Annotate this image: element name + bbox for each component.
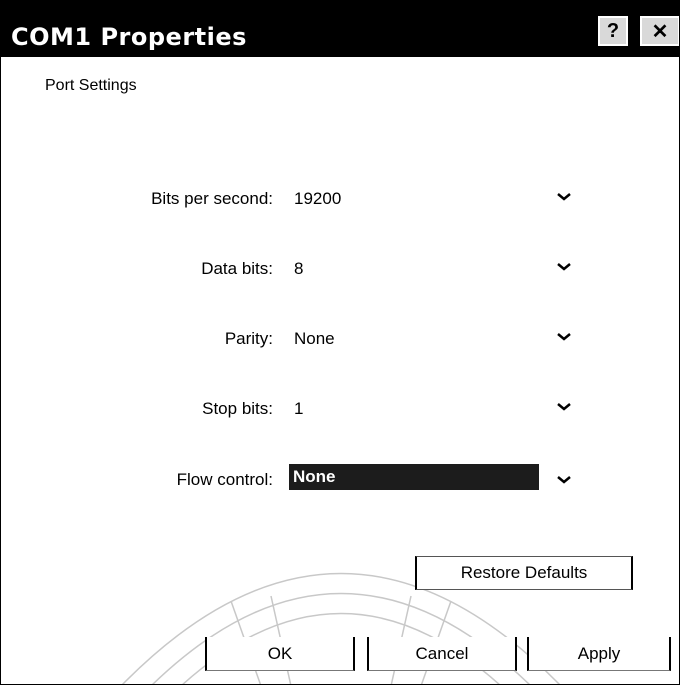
title-bar: COM1 Properties ? ✕ bbox=[1, 1, 679, 57]
apply-label: Apply bbox=[577, 643, 621, 663]
stop-bits-row: Stop bits: 1 bbox=[1, 393, 679, 423]
ok-button[interactable]: OK bbox=[205, 637, 355, 671]
cancel-label: Cancel bbox=[415, 643, 469, 663]
close-button[interactable]: ✕ bbox=[640, 16, 679, 46]
stop-bits-select[interactable]: 1 bbox=[289, 393, 574, 423]
flow-control-row: Flow control: None bbox=[1, 464, 679, 494]
flow-control-value: None bbox=[289, 464, 539, 490]
chevron-down-icon[interactable] bbox=[555, 397, 573, 415]
stop-bits-label: Stop bits: bbox=[202, 399, 273, 418]
stop-bits-value: 1 bbox=[294, 399, 304, 418]
flow-control-select[interactable]: None bbox=[289, 464, 574, 494]
tab-port-settings[interactable]: Port Settings bbox=[45, 77, 137, 95]
chevron-down-icon[interactable] bbox=[555, 187, 573, 205]
data-bits-value: 8 bbox=[294, 259, 304, 278]
close-icon: ✕ bbox=[651, 20, 669, 43]
data-bits-label: Data bits: bbox=[201, 259, 273, 278]
chevron-down-icon[interactable] bbox=[555, 470, 573, 488]
question-mark-icon: ? bbox=[606, 19, 620, 42]
parity-label: Parity: bbox=[224, 329, 273, 348]
parity-select[interactable]: None bbox=[289, 323, 574, 353]
cancel-button[interactable]: Cancel bbox=[367, 637, 517, 671]
ok-label: OK bbox=[267, 643, 293, 663]
bits-per-second-row: Bits per second: 19200 bbox=[1, 183, 679, 213]
window-title: COM1 Properties bbox=[11, 23, 247, 51]
parity-value: None bbox=[294, 329, 335, 348]
bits-per-second-select[interactable]: 19200 bbox=[289, 183, 574, 213]
dialog-window: COM1 Properties ? ✕ Port Settings Bits p… bbox=[0, 0, 680, 685]
tab-label: Port Settings bbox=[45, 77, 137, 94]
apply-button[interactable]: Apply bbox=[527, 637, 671, 671]
chevron-down-icon[interactable] bbox=[555, 327, 573, 345]
data-bits-row: Data bits: 8 bbox=[1, 253, 679, 283]
flow-control-label: Flow control: bbox=[176, 470, 273, 489]
bits-per-second-value: 19200 bbox=[294, 189, 342, 208]
chevron-down-icon[interactable] bbox=[555, 257, 573, 275]
bits-per-second-label: Bits per second: bbox=[151, 189, 273, 208]
restore-defaults-label: Restore Defaults bbox=[460, 563, 588, 582]
restore-defaults-button[interactable]: Restore Defaults bbox=[415, 556, 633, 590]
parity-row: Parity: None bbox=[1, 323, 679, 353]
help-button[interactable]: ? bbox=[598, 16, 628, 46]
data-bits-select[interactable]: 8 bbox=[289, 253, 574, 283]
